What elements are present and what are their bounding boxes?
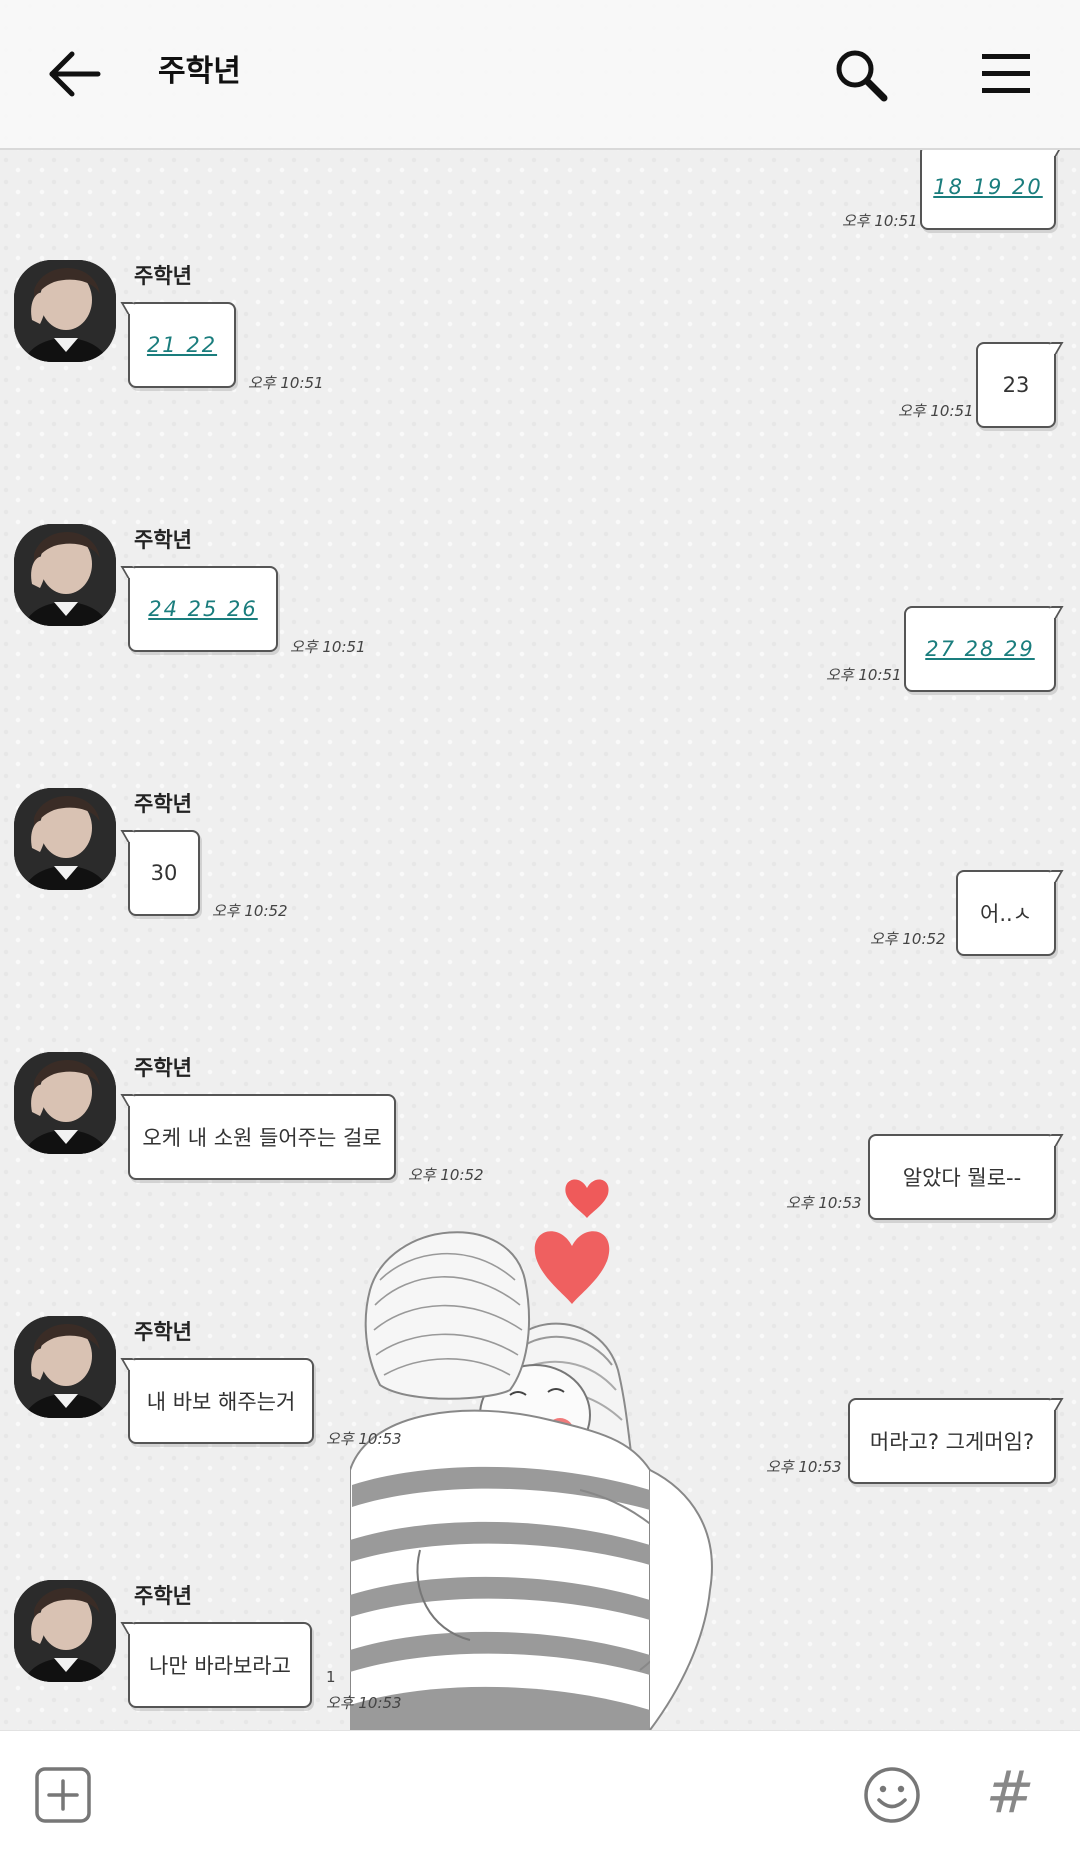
avatar[interactable] xyxy=(14,1052,116,1154)
sender-name: 주학년 xyxy=(134,1320,192,1344)
plus-square-icon xyxy=(35,1767,91,1823)
message-link-text[interactable]: 21 22 xyxy=(147,333,217,357)
message-time: 오후 10:52 xyxy=(408,1166,484,1184)
sender-name: 주학년 xyxy=(134,1056,192,1080)
message-bubble-sent[interactable]: 알았다 뭘로-- xyxy=(868,1134,1056,1220)
message-text: 23 xyxy=(1002,373,1030,397)
message-bubble-sent[interactable]: 어..ㅅ xyxy=(956,870,1056,956)
message-text: 내 바보 해주는거 xyxy=(146,1390,296,1414)
profile-photo xyxy=(14,1052,116,1154)
message-bubble-sent[interactable]: 23 xyxy=(976,342,1056,428)
message-time: 오후 10:51 xyxy=(290,638,366,656)
profile-photo xyxy=(14,1580,116,1682)
message-time: 오후 10:51 xyxy=(898,402,974,420)
message-text: 머라고? 그게머임? xyxy=(869,1430,1035,1454)
message-time: 오후 10:52 xyxy=(212,902,288,920)
message-time: 오후 10:51 xyxy=(248,374,324,392)
message-text: 어..ㅅ xyxy=(980,902,1032,926)
menu-button[interactable] xyxy=(980,50,1032,98)
sender-name: 주학년 xyxy=(134,1584,192,1608)
message-time: 오후 10:53 xyxy=(786,1194,862,1212)
avatar[interactable] xyxy=(14,524,116,626)
message-bubble-received[interactable]: 나만 바라보라고 xyxy=(128,1622,312,1708)
message-link-text[interactable]: 27 28 29 xyxy=(925,637,1035,661)
message-bubble-sent[interactable]: 머라고? 그게머임? xyxy=(848,1398,1056,1484)
sender-name: 주학년 xyxy=(134,792,192,816)
message-time: 오후 10:51 xyxy=(842,212,918,230)
message-bubble-received[interactable]: 오케 내 소원 들어주는 걸로 xyxy=(128,1094,396,1180)
input-bar: # xyxy=(0,1730,1080,1858)
profile-photo xyxy=(14,260,116,362)
avatar[interactable] xyxy=(14,1316,116,1418)
message-bubble-received[interactable]: 30 xyxy=(128,830,200,916)
message-link-text[interactable]: 24 25 26 xyxy=(148,597,258,621)
message-text: 알았다 뭘로-- xyxy=(902,1166,1022,1190)
message-bubble-received[interactable]: 내 바보 해주는거 xyxy=(128,1358,314,1444)
profile-photo xyxy=(14,524,116,626)
chat-title: 주학년 xyxy=(158,54,241,89)
sender-name: 주학년 xyxy=(134,528,192,552)
hamburger-menu-icon xyxy=(982,54,1030,93)
message-link-text[interactable]: 18 19 20 xyxy=(933,175,1043,199)
message-bubble-received[interactable]: 24 25 26 xyxy=(128,566,278,652)
message-text: 오케 내 소원 들어주는 걸로 xyxy=(142,1126,382,1150)
message-time: 오후 10:53 xyxy=(326,1694,402,1712)
message-time: 오후 10:53 xyxy=(766,1458,842,1476)
message-text: 나만 바라보라고 xyxy=(149,1654,291,1678)
avatar[interactable] xyxy=(14,260,116,362)
message-bubble-sent[interactable]: 18 19 20 xyxy=(920,150,1056,230)
back-button[interactable] xyxy=(46,46,106,102)
message-bubble-received[interactable]: 21 22 xyxy=(128,302,236,388)
message-time: 오후 10:52 xyxy=(870,930,946,948)
message-bubble-sent[interactable]: 27 28 29 xyxy=(904,606,1056,692)
avatar[interactable] xyxy=(14,788,116,890)
add-attachment-button[interactable] xyxy=(34,1766,92,1824)
message-list[interactable]: 오후 10:51 18 19 20 주학년 21 22 오후 10:51 오후 … xyxy=(0,150,1080,1730)
message-time: 오후 10:53 xyxy=(326,1430,402,1448)
emoji-button[interactable] xyxy=(862,1765,922,1825)
message-time: 오후 10:51 xyxy=(826,666,902,684)
chat-header: 주학년 xyxy=(0,0,1080,150)
message-text: 30 xyxy=(150,861,178,885)
sender-name: 주학년 xyxy=(134,264,192,288)
smiley-face-icon xyxy=(864,1767,920,1823)
arrow-left-icon xyxy=(49,51,101,97)
avatar[interactable] xyxy=(14,1580,116,1682)
hashtag-icon[interactable]: # xyxy=(980,1759,1040,1825)
profile-photo xyxy=(14,1316,116,1418)
search-button[interactable] xyxy=(832,46,890,104)
profile-photo xyxy=(14,788,116,890)
unread-count: 1 xyxy=(326,1668,336,1686)
search-icon xyxy=(836,50,888,102)
